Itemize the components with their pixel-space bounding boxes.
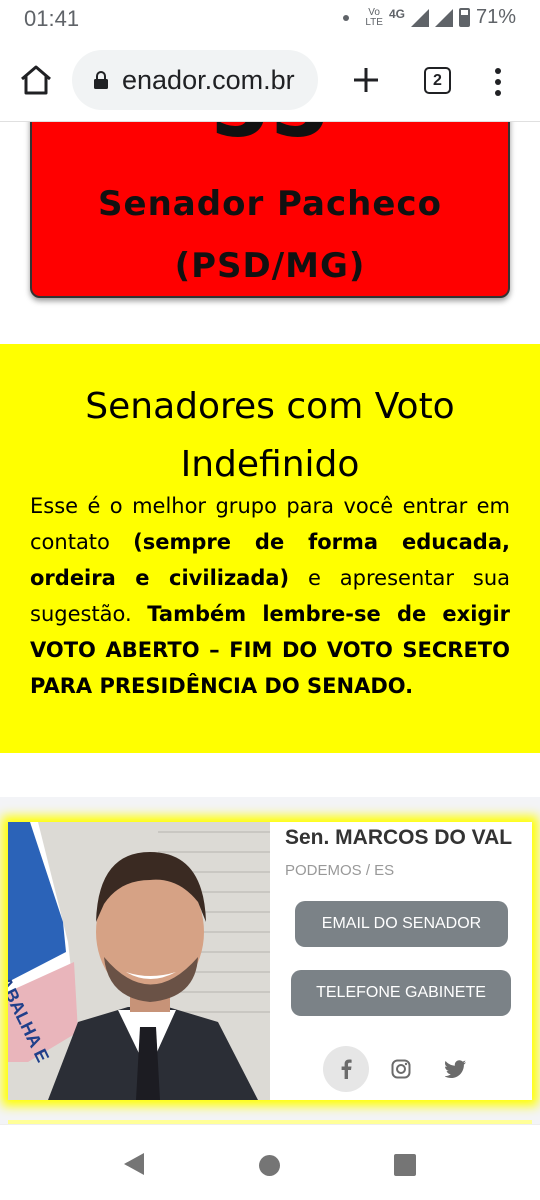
battery-level: 71% (475, 6, 516, 28)
browser-toolbar: enador.com.br 2 (0, 40, 540, 122)
volte-bottom-label: LTE (365, 16, 383, 28)
section-title-line2: Indefinido (180, 444, 360, 485)
tab-count: 2 (433, 71, 442, 89)
instagram-icon[interactable] (378, 1046, 424, 1092)
senator-card: TRABALHA E Sen. MARCOS DO VAL PODEMOS / … (8, 822, 532, 1100)
home-icon[interactable] (18, 62, 54, 98)
section-description: Esse é o melhor grupo para você entrar e… (30, 488, 510, 704)
home-circle-icon[interactable] (259, 1155, 280, 1176)
candidate-name: Senador Pacheco (98, 184, 442, 224)
network-type-label: 4G (388, 6, 405, 21)
senator-name: Sen. MARCOS DO VAL (285, 826, 513, 849)
url-bar[interactable]: enador.com.br (72, 50, 318, 110)
lock-icon (94, 71, 108, 89)
signal-icon-2 (434, 8, 453, 27)
page-content: 55 Senador Pacheco (PSD/MG) Senadores co… (0, 122, 540, 1124)
plus-icon[interactable] (348, 62, 384, 98)
notification-dot-icon (343, 14, 350, 21)
senator-vote-card: 55 Senador Pacheco (PSD/MG) (30, 122, 510, 298)
candidate-party: (PSD/MG) (174, 246, 366, 286)
battery-icon (458, 8, 470, 27)
system-nav-bar (0, 1124, 540, 1200)
status-time: 01:41 (24, 6, 80, 31)
recents-icon[interactable] (394, 1154, 416, 1176)
senator-photo: TRABALHA E (8, 822, 270, 1100)
tabs-icon[interactable]: 2 (424, 67, 451, 94)
menu-icon[interactable] (488, 64, 508, 100)
back-icon[interactable] (122, 1152, 146, 1176)
email-senator-button[interactable]: EMAIL DO SENADOR (295, 901, 508, 947)
candidate-number: 55 (32, 122, 508, 150)
undecided-section: Senadores com Voto Indefinido Esse é o m… (0, 344, 540, 753)
phone-office-button[interactable]: TELEFONE GABINETE (291, 970, 511, 1016)
senator-party: PODEMOS / ES (285, 862, 395, 879)
section-title: Senadores com Voto Indefinido (0, 378, 540, 494)
facebook-icon[interactable] (323, 1046, 369, 1092)
signal-icon (410, 8, 429, 27)
section-title-line1: Senadores com Voto (85, 386, 455, 427)
status-icons: Vo LTE 4G 71% (343, 6, 516, 29)
url-text: enador.com.br (122, 64, 295, 95)
twitter-icon[interactable] (433, 1046, 479, 1092)
status-bar: 01:41 Vo LTE 4G 71% (0, 0, 540, 40)
volte-top-label: Vo (368, 6, 380, 18)
volte-icon: Vo LTE (365, 6, 383, 28)
